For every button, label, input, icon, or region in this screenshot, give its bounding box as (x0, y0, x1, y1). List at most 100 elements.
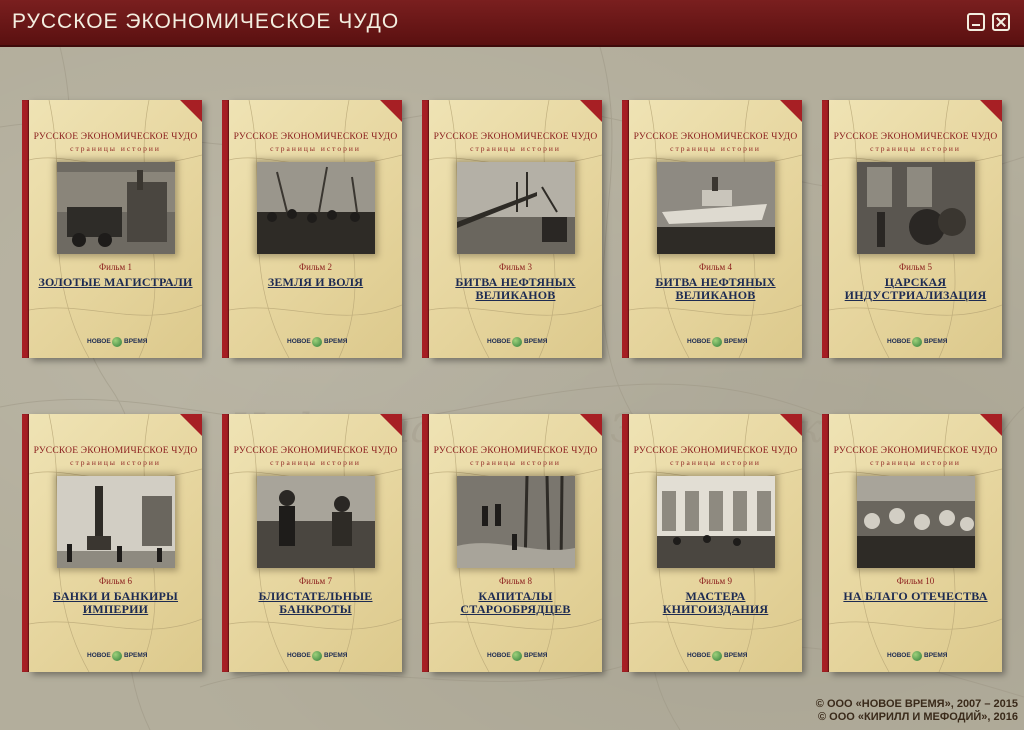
minimize-button[interactable] (967, 13, 985, 31)
film-card-3[interactable]: РУССКОЕ ЭКОНОМИЧЕСКОЕ ЧУДО страницы исто… (422, 100, 602, 358)
film-number: Фильм 2 (299, 262, 332, 272)
film-title: Блистательные банкроты (258, 589, 373, 616)
publisher-logo: НОВОЕ ВРЕМЯ (687, 336, 747, 348)
film-title: Банки и банкиры империи (52, 589, 179, 616)
book-cover: РУССКОЕ ЭКОНОМИЧЕСКОЕ ЧУДО страницы исто… (429, 414, 602, 672)
film-card-1[interactable]: РУССКОЕ ЭКОНОМИЧЕСКОЕ ЧУДО страницы исто… (22, 100, 202, 358)
globe-icon (312, 651, 322, 661)
close-button[interactable] (992, 13, 1010, 31)
film-title: Капиталы старообрядцев (460, 589, 571, 616)
film-number: Фильм 3 (499, 262, 532, 272)
logo-text-left: НОВОЕ (887, 652, 911, 659)
book-cover: РУССКОЕ ЭКОНОМИЧЕСКОЕ ЧУДО страницы исто… (429, 100, 602, 358)
film-photo (457, 476, 575, 568)
series-title: РУССКОЕ ЭКОНОМИЧЕСКОЕ ЧУДО (33, 446, 198, 456)
book-cover: РУССКОЕ ЭКОНОМИЧЕСКОЕ ЧУДО страницы исто… (629, 414, 802, 672)
film-photo (257, 476, 375, 568)
series-subtitle: страницы истории (670, 458, 761, 467)
film-card-2[interactable]: РУССКОЕ ЭКОНОМИЧЕСКОЕ ЧУДО страницы исто… (222, 100, 402, 358)
logo-text-left: НОВОЕ (687, 338, 711, 345)
title-bar: РУССКОЕ ЭКОНОМИЧЕСКОЕ ЧУДО (0, 0, 1024, 47)
logo-text-left: НОВОЕ (687, 652, 711, 659)
globe-icon (712, 337, 722, 347)
film-card-5[interactable]: РУССКОЕ ЭКОНОМИЧЕСКОЕ ЧУДО страницы исто… (822, 100, 1002, 358)
series-title: РУССКОЕ ЭКОНОМИЧЕСКОЕ ЧУДО (633, 132, 798, 142)
series-title: РУССКОЕ ЭКОНОМИЧЕСКОЕ ЧУДО (433, 132, 598, 142)
logo-text-left: НОВОЕ (487, 338, 511, 345)
copyright-line-1: © ООО «НОВОЕ ВРЕМЯ», 2007 – 2015 (815, 698, 1018, 710)
book-spine (422, 414, 429, 672)
logo-text-right: ВРЕМЯ (924, 652, 948, 659)
cover-corner (980, 414, 1002, 436)
film-card-6[interactable]: РУССКОЕ ЭКОНОМИЧЕСКОЕ ЧУДО страницы исто… (22, 414, 202, 672)
film-title: Мастера книгоиздания (662, 589, 769, 616)
film-number: Фильм 1 (99, 262, 132, 272)
globe-icon (512, 651, 522, 661)
book-spine (222, 100, 229, 358)
publisher-logo: НОВОЕ ВРЕМЯ (487, 336, 547, 348)
film-photo (57, 476, 175, 568)
publisher-logo: НОВОЕ ВРЕМЯ (887, 650, 947, 662)
globe-icon (312, 337, 322, 347)
film-number: Фильм 6 (99, 576, 132, 586)
cover-corner (580, 414, 602, 436)
film-photo (257, 162, 375, 254)
logo-text-right: ВРЕМЯ (124, 652, 148, 659)
cover-corner (180, 100, 202, 122)
logo-text-right: ВРЕМЯ (524, 338, 548, 345)
series-title: РУССКОЕ ЭКОНОМИЧЕСКОЕ ЧУДО (833, 446, 998, 456)
film-photo (857, 476, 975, 568)
film-number: Фильм 4 (699, 262, 732, 272)
cover-corner (980, 100, 1002, 122)
cover-corner (580, 100, 602, 122)
film-title: Земля и воля (267, 275, 364, 289)
film-number: Фильм 8 (499, 576, 532, 586)
series-title: РУССКОЕ ЭКОНОМИЧЕСКОЕ ЧУДО (33, 132, 198, 142)
film-number: Фильм 5 (899, 262, 932, 272)
book-cover: РУССКОЕ ЭКОНОМИЧЕСКОЕ ЧУДО страницы исто… (829, 100, 1002, 358)
desk-background: Нефтяная Экономика РУССКОЕ ЭКОНОМИЧЕСКОЕ… (0, 47, 1024, 730)
publisher-logo: НОВОЕ ВРЕМЯ (87, 650, 147, 662)
series-subtitle: страницы истории (470, 144, 561, 153)
film-photo (657, 476, 775, 568)
film-card-7[interactable]: РУССКОЕ ЭКОНОМИЧЕСКОЕ ЧУДО страницы исто… (222, 414, 402, 672)
globe-icon (712, 651, 722, 661)
copyright-line-2: © ООО «КИРИЛЛ И МЕФОДИЙ», 2016 (818, 711, 1018, 723)
film-number: Фильм 9 (699, 576, 732, 586)
series-title: РУССКОЕ ЭКОНОМИЧЕСКОЕ ЧУДО (633, 446, 798, 456)
film-title: На благо отечества (843, 589, 988, 603)
book-cover: РУССКОЕ ЭКОНОМИЧЕСКОЕ ЧУДО страницы исто… (829, 414, 1002, 672)
logo-text-right: ВРЕМЯ (724, 338, 748, 345)
logo-text-right: ВРЕМЯ (324, 652, 348, 659)
logo-text-right: ВРЕМЯ (724, 652, 748, 659)
book-spine (622, 100, 629, 358)
film-title: Царская индустриализация (844, 275, 987, 302)
logo-text-left: НОВОЕ (87, 338, 111, 345)
book-spine (222, 414, 229, 672)
film-card-8[interactable]: РУССКОЕ ЭКОНОМИЧЕСКОЕ ЧУДО страницы исто… (422, 414, 602, 672)
cover-corner (780, 100, 802, 122)
film-number: Фильм 10 (896, 576, 935, 586)
logo-text-left: НОВОЕ (287, 652, 311, 659)
publisher-logo: НОВОЕ ВРЕМЯ (287, 336, 347, 348)
publisher-logo: НОВОЕ ВРЕМЯ (287, 650, 347, 662)
logo-text-left: НОВОЕ (487, 652, 511, 659)
book-spine (22, 100, 29, 358)
film-card-4[interactable]: РУССКОЕ ЭКОНОМИЧЕСКОЕ ЧУДО страницы исто… (622, 100, 802, 358)
film-title: Битва нефтяных великанов (455, 275, 576, 302)
film-photo (857, 162, 975, 254)
film-title: Битва нефтяных великанов (655, 275, 776, 302)
film-card-10[interactable]: РУССКОЕ ЭКОНОМИЧЕСКОЕ ЧУДО страницы исто… (822, 414, 1002, 672)
film-photo (57, 162, 175, 254)
series-title: РУССКОЕ ЭКОНОМИЧЕСКОЕ ЧУДО (233, 446, 398, 456)
logo-text-left: НОВОЕ (87, 652, 111, 659)
globe-icon (912, 651, 922, 661)
film-card-9[interactable]: РУССКОЕ ЭКОНОМИЧЕСКОЕ ЧУДО страницы исто… (622, 414, 802, 672)
publisher-logo: НОВОЕ ВРЕМЯ (487, 650, 547, 662)
book-spine (622, 414, 629, 672)
series-subtitle: страницы истории (870, 144, 961, 153)
copyright-notice: © ООО «НОВОЕ ВРЕМЯ», 2007 – 2015 © ООО «… (700, 698, 1018, 724)
film-title: Золотые магистрали (38, 275, 193, 289)
publisher-logo: НОВОЕ ВРЕМЯ (87, 336, 147, 348)
book-cover: РУССКОЕ ЭКОНОМИЧЕСКОЕ ЧУДО страницы исто… (229, 414, 402, 672)
